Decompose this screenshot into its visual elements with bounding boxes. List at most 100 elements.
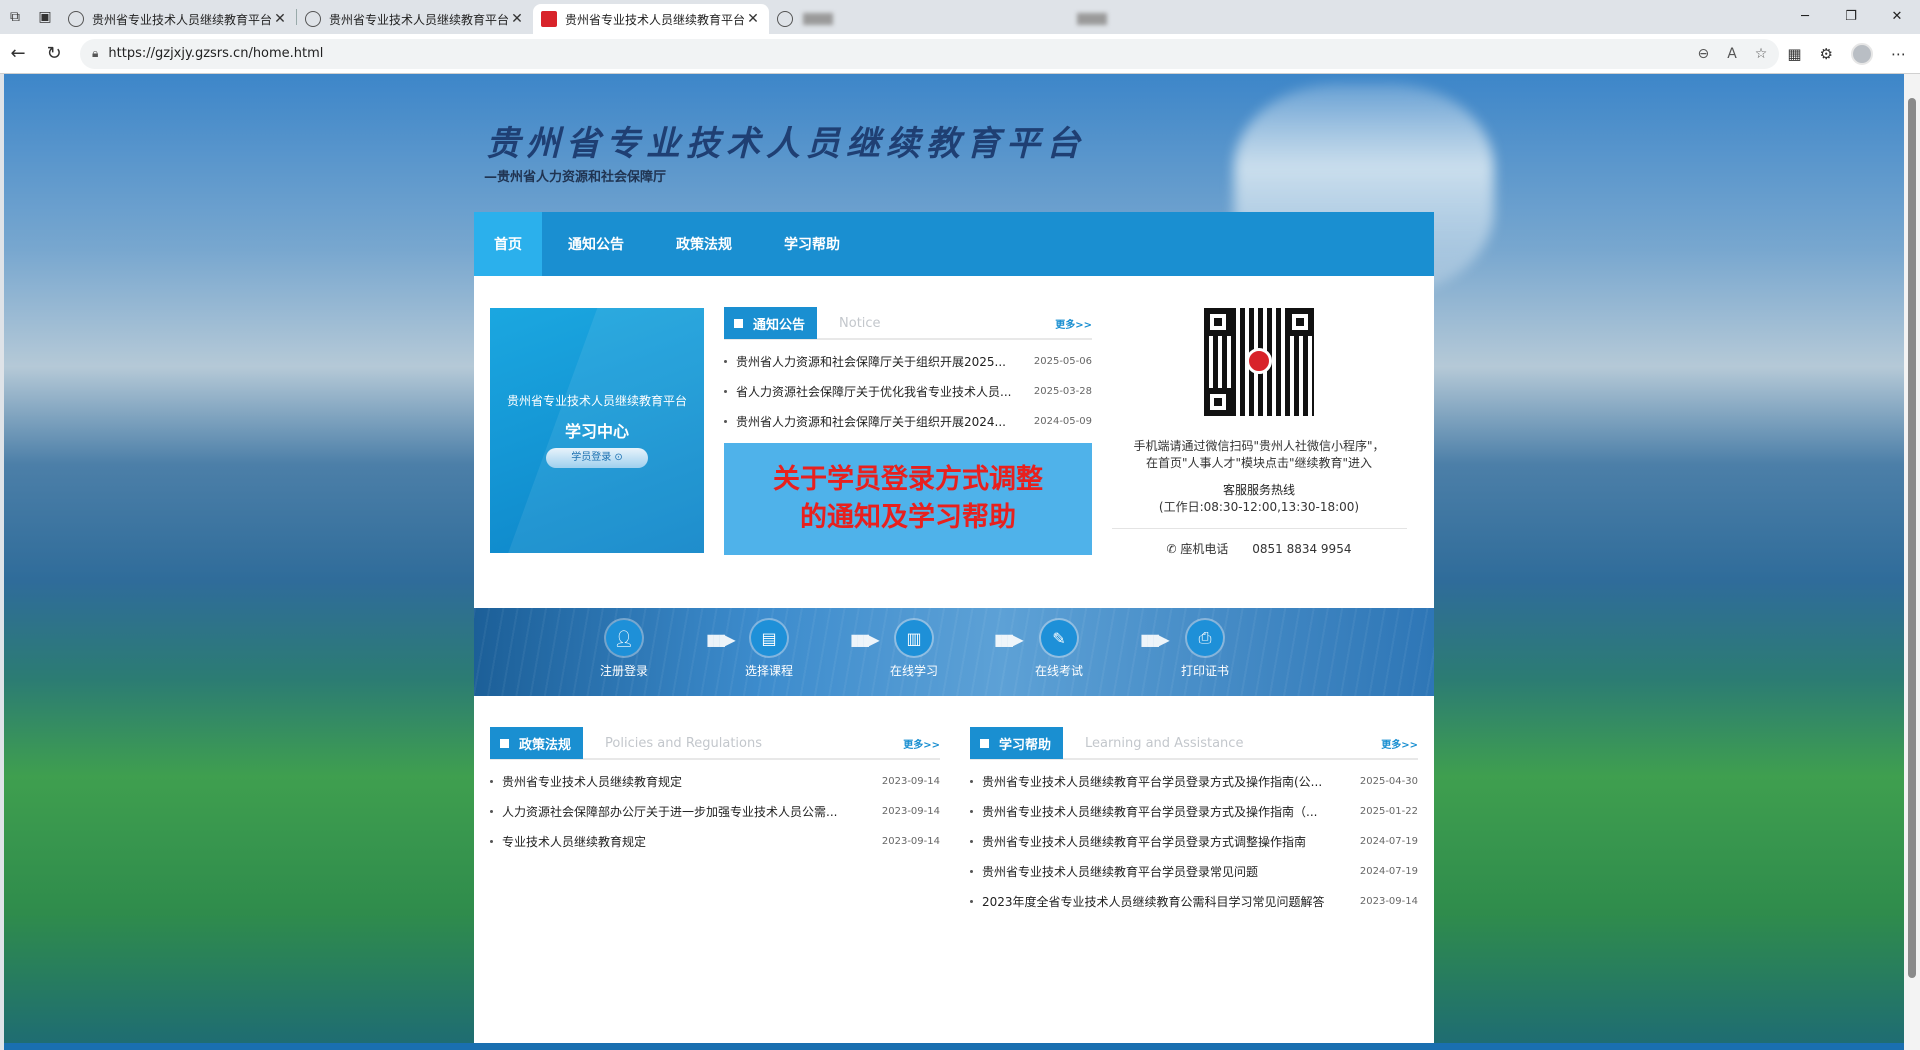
content-panel: 贵州省专业技术人员继续教育平台 学习中心 学员登录 ⊙ 通知公告 Notice … bbox=[474, 276, 1434, 1046]
nav-notice[interactable]: 通知公告 bbox=[542, 212, 650, 276]
toolbar-extensions: ▦ ⚙ ⋯ bbox=[1787, 42, 1906, 65]
bullet-icon bbox=[970, 839, 973, 843]
list-item[interactable]: 贵州省专业技术人员继续教育平台学员登录常见问题 2024-07-19 bbox=[970, 856, 1418, 886]
phone-row: ✆ 座机电话 0851 8834 9954 bbox=[1094, 541, 1424, 558]
item-title[interactable]: 贵州省人力资源和社会保障厅关于组织开展2025... bbox=[736, 353, 1024, 370]
list-item[interactable]: 2023年度全省专业技术人员继续教育公需科目学习常见问题解答 2023-09-14 bbox=[970, 886, 1418, 916]
item-date: 2025-01-22 bbox=[1359, 805, 1418, 817]
read-aloud-icon[interactable]: A bbox=[1727, 46, 1737, 62]
list-item[interactable]: 人力资源社会保障部办公厅关于进一步加强专业技术人员公需... 2023-09-14 bbox=[490, 796, 940, 826]
tab-3-active[interactable]: 贵州省专业技术人员继续教育平台 ✕ bbox=[533, 4, 769, 34]
step-print-certificate[interactable]: ⎙ 打印证书 bbox=[1160, 620, 1250, 679]
extensions-icon[interactable]: ⚙ bbox=[1820, 45, 1833, 63]
globe-icon bbox=[68, 11, 84, 27]
list-item[interactable]: 贵州省人力资源和社会保障厅关于组织开展2024... 2024-05-09 bbox=[724, 406, 1092, 436]
item-title[interactable]: 贵州省专业技术人员继续教育平台学员登录常见问题 bbox=[982, 863, 1350, 880]
list-item[interactable]: 省人力资源社会保障厅关于优化我省专业技术人员... 2025-03-28 bbox=[724, 376, 1092, 406]
item-date: 2025-05-06 bbox=[1033, 355, 1092, 367]
item-title[interactable]: 专业技术人员继续教育规定 bbox=[502, 833, 872, 850]
notice-list: 贵州省人力资源和社会保障厅关于组织开展2025... 2025-05-06 省人力… bbox=[724, 346, 1092, 436]
list-item[interactable]: 贵州省专业技术人员继续教育平台学员登录方式调整操作指南 2024-07-19 bbox=[970, 826, 1418, 856]
item-title[interactable]: 贵州省专业技术人员继续教育规定 bbox=[502, 773, 872, 790]
item-date: 2023-09-14 bbox=[881, 805, 940, 817]
item-title[interactable]: 贵州省专业技术人员继续教育平台学员登录方式及操作指南(公... bbox=[982, 773, 1350, 790]
minimize-icon[interactable]: ─ bbox=[1782, 0, 1828, 32]
url-text[interactable]: https://gzjxjy.gzsrs.cn/home.html bbox=[108, 46, 323, 61]
help-more-link[interactable]: 更多>> bbox=[1381, 736, 1418, 751]
list-item[interactable]: 贵州省专业技术人员继续教育平台学员登录方式及操作指南(公... 2025-04-3… bbox=[970, 766, 1418, 796]
contact-info: 手机端请通过微信扫码"贵州人社微信小程序"， 在首页"人事人才"模块点击"继续教… bbox=[1094, 438, 1424, 558]
item-title[interactable]: 贵州省专业技术人员继续教育平台学员登录方式调整操作指南 bbox=[982, 833, 1350, 850]
learning-card-title: 贵州省专业技术人员继续教育平台 bbox=[506, 394, 687, 408]
back-icon[interactable]: ← bbox=[0, 38, 36, 70]
learning-center-card[interactable]: 贵州省专业技术人员继续教育平台 学习中心 学员登录 ⊙ bbox=[490, 308, 704, 553]
zoom-icon[interactable]: ⊖ bbox=[1697, 46, 1709, 62]
blurred-text bbox=[803, 13, 833, 25]
step-label: 打印证书 bbox=[1180, 664, 1229, 678]
item-title[interactable]: 贵州省专业技术人员继续教育平台学员登录方式及操作指南（... bbox=[982, 803, 1350, 820]
close-window-icon[interactable]: ✕ bbox=[1874, 0, 1920, 32]
item-date: 2025-04-30 bbox=[1359, 775, 1418, 787]
scan-instruction-1: 手机端请通过微信扫码"贵州人社微信小程序"， bbox=[1133, 439, 1385, 453]
item-date: 2025-03-28 bbox=[1033, 385, 1092, 397]
item-title[interactable]: 人力资源社会保障部办公厅关于进一步加强专业技术人员公需... bbox=[502, 803, 872, 820]
step-select-course[interactable]: ▤ 选择课程 bbox=[724, 620, 814, 679]
nav-policy[interactable]: 政策法规 bbox=[650, 212, 758, 276]
books-icon: ▥ bbox=[896, 620, 932, 656]
phone-number: 0851 8834 9954 bbox=[1252, 542, 1352, 556]
wechat-qr-code bbox=[1204, 308, 1314, 416]
item-title[interactable]: 省人力资源社会保障厅关于优化我省专业技术人员... bbox=[736, 383, 1024, 400]
blurred-text bbox=[1077, 13, 1107, 25]
pencil-icon: ✎ bbox=[1041, 620, 1077, 656]
browser-window: ⧉ ▣ 贵州省专业技术人员继续教育平台 ✕ 贵州省专业技术人员继续教育平台 ✕ … bbox=[0, 0, 1920, 1050]
url-field[interactable]: 🔒︎ https://gzjxjy.gzsrs.cn/home.html ⊖ A… bbox=[80, 38, 1780, 69]
nav-home[interactable]: 首页 bbox=[474, 212, 542, 276]
close-tab-icon[interactable]: ✕ bbox=[509, 11, 525, 27]
collections-icon[interactable]: ▦ bbox=[1787, 45, 1801, 63]
tab-actions-icon[interactable]: ▣ bbox=[30, 2, 60, 32]
item-title[interactable]: 2023年度全省专业技术人员继续教育公需科目学习常见问题解答 bbox=[982, 893, 1350, 910]
qr-corner bbox=[1286, 308, 1314, 336]
notice-more-link[interactable]: 更多>> bbox=[1055, 316, 1092, 331]
promo-line-2: 的通知及学习帮助 bbox=[800, 502, 1016, 533]
tab-2[interactable]: 贵州省专业技术人员继续教育平台 ✕ bbox=[297, 4, 533, 34]
qr-logo-icon bbox=[1246, 348, 1272, 374]
square-icon bbox=[734, 318, 743, 328]
step-online-exam[interactable]: ✎ 在线考试 bbox=[1014, 620, 1104, 679]
profile-avatar[interactable] bbox=[1851, 42, 1873, 65]
step-online-study[interactable]: ▥ 在线学习 bbox=[869, 620, 959, 679]
bullet-icon bbox=[970, 869, 973, 873]
favorite-star-icon[interactable]: ☆ bbox=[1755, 46, 1768, 62]
bullet-icon bbox=[724, 419, 727, 423]
restore-icon[interactable]: ❐ bbox=[1828, 0, 1874, 32]
lock-icon[interactable]: 🔒︎ bbox=[92, 46, 98, 61]
list-item[interactable]: 贵州省专业技术人员继续教育平台学员登录方式及操作指南（... 2025-01-22 bbox=[970, 796, 1418, 826]
step-register[interactable]: 👤︎ 注册登录 bbox=[579, 620, 669, 679]
close-tab-icon[interactable]: ✕ bbox=[745, 11, 761, 27]
item-date: 2023-09-14 bbox=[1359, 895, 1418, 907]
more-menu-icon[interactable]: ⋯ bbox=[1891, 45, 1906, 63]
help-tag: 学习帮助 bbox=[970, 727, 1064, 759]
main-navigation: 首页 通知公告 政策法规 学习帮助 bbox=[474, 212, 1434, 276]
item-title[interactable]: 贵州省人力资源和社会保障厅关于组织开展2024... bbox=[736, 413, 1024, 430]
tab-5-obscured[interactable] bbox=[1059, 4, 1199, 34]
tab-4-obscured[interactable] bbox=[769, 4, 909, 34]
student-login-button[interactable]: 学员登录 ⊙ bbox=[546, 448, 648, 468]
book-icon: ▤ bbox=[751, 620, 787, 656]
list-item[interactable]: 贵州省人力资源和社会保障厅关于组织开展2025... 2025-05-06 bbox=[724, 346, 1092, 376]
bullet-icon bbox=[970, 809, 973, 813]
workspaces-icon[interactable]: ⧉ bbox=[0, 2, 30, 32]
list-item[interactable]: 专业技术人员继续教育规定 2023-09-14 bbox=[490, 826, 940, 856]
scrollbar-thumb[interactable] bbox=[1908, 98, 1916, 978]
list-item[interactable]: 贵州省专业技术人员继续教育规定 2023-09-14 bbox=[490, 766, 940, 796]
qr-corner bbox=[1204, 388, 1232, 416]
refresh-icon[interactable]: ↻ bbox=[36, 38, 72, 70]
item-date: 2024-05-09 bbox=[1033, 415, 1092, 427]
tab-1[interactable]: 贵州省专业技术人员继续教育平台 ✕ bbox=[60, 4, 296, 34]
policy-more-link[interactable]: 更多>> bbox=[903, 736, 940, 751]
address-bar: ← ↻ 🔒︎ https://gzjxjy.gzsrs.cn/home.html… bbox=[0, 34, 1920, 74]
vertical-scrollbar[interactable] bbox=[1904, 74, 1920, 1050]
nav-help[interactable]: 学习帮助 bbox=[758, 212, 866, 276]
login-change-promo-banner[interactable]: 关于学员登录方式调整 的通知及学习帮助 bbox=[724, 443, 1092, 555]
close-tab-icon[interactable]: ✕ bbox=[272, 11, 288, 27]
